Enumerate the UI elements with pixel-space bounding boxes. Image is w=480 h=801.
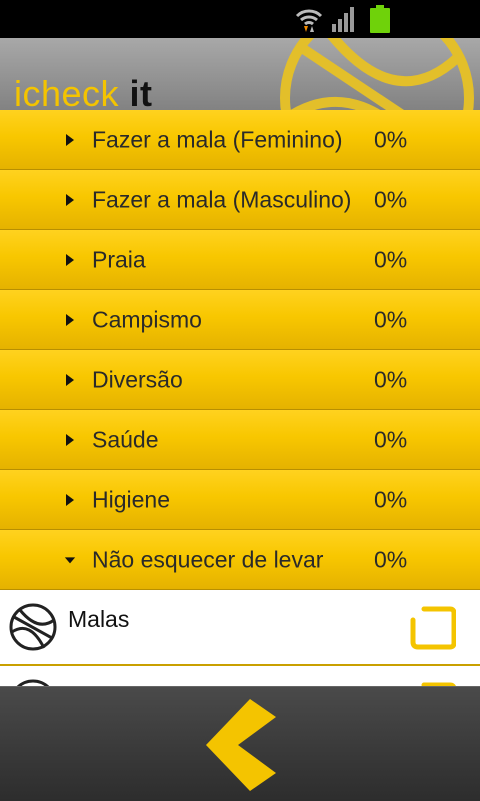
category-list: Fazer a mala (Feminino) 0% Fazer a mala … (0, 110, 480, 590)
category-percent: 0% (374, 426, 408, 452)
category-percent: 0% (374, 306, 408, 332)
checkbox-icon[interactable] (410, 606, 456, 650)
category-row-nao-esquecer[interactable]: Não esquecer de levar 0% (0, 530, 480, 590)
battery-icon (370, 5, 390, 33)
list-item-malas[interactable]: Malas (0, 590, 480, 666)
category-row-feminino[interactable]: Fazer a mala (Feminino) 0% (0, 110, 480, 170)
category-row-masculino[interactable]: Fazer a mala (Masculino) 0% (0, 170, 480, 230)
app-logo: icheck it (14, 73, 153, 114)
category-percent: 0% (374, 486, 408, 512)
item-label: Malas (68, 606, 130, 632)
category-percent: 0% (374, 186, 408, 212)
list-item-partial[interactable] (0, 666, 480, 688)
category-percent: 0% (374, 126, 408, 152)
wifi-icon (295, 9, 323, 32)
category-percent: 0% (374, 366, 408, 392)
category-row-higiene[interactable]: Higiene 0% (0, 470, 480, 530)
category-label: Fazer a mala (Feminino) (92, 126, 343, 152)
status-bar (0, 0, 480, 38)
chevron-right-icon (66, 253, 74, 266)
category-row-campismo[interactable]: Campismo 0% (0, 290, 480, 350)
category-label: Campismo (92, 306, 202, 332)
globe-icon (9, 603, 57, 651)
signal-icon (332, 7, 354, 32)
category-label: Praia (92, 246, 146, 272)
chevron-right-icon (66, 493, 74, 506)
category-row-diversao[interactable]: Diversão 0% (0, 350, 480, 410)
globe-watermark-icon (280, 38, 474, 116)
bottom-bar (0, 686, 480, 801)
app-header: icheck it (0, 38, 480, 116)
category-label: Higiene (92, 486, 170, 512)
category-label: Saúde (92, 426, 159, 452)
chevron-right-icon (66, 373, 74, 386)
category-percent: 0% (374, 546, 408, 572)
chevron-right-icon (66, 133, 74, 146)
category-label: Fazer a mala (Masculino) (92, 186, 352, 212)
category-row-saude[interactable]: Saúde 0% (0, 410, 480, 470)
category-label: Diversão (92, 366, 183, 392)
back-chevron-icon[interactable] (200, 695, 284, 795)
chevron-right-icon (66, 313, 74, 326)
chevron-down-icon (64, 556, 76, 563)
category-label: Não esquecer de levar (92, 546, 324, 572)
category-row-praia[interactable]: Praia 0% (0, 230, 480, 290)
category-percent: 0% (374, 246, 408, 272)
chevron-right-icon (66, 433, 74, 446)
chevron-right-icon (66, 193, 74, 206)
